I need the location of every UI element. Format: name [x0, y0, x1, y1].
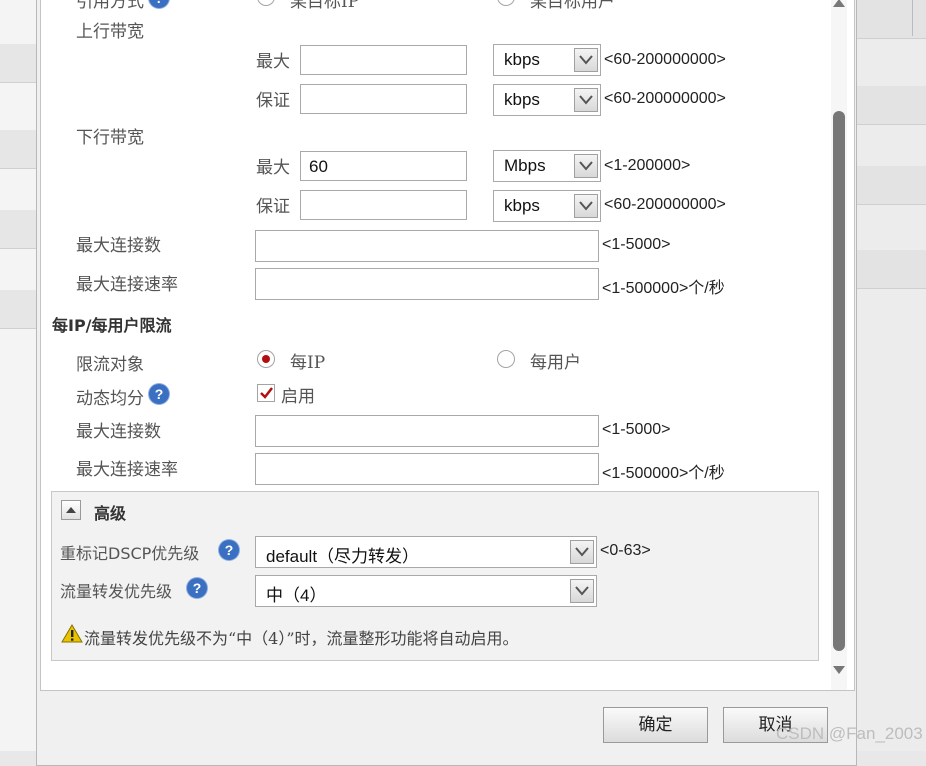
scroll-up-arrow-icon[interactable]: [832, 0, 846, 7]
download-max-unit-select[interactable]: Mbps: [493, 150, 601, 182]
chevron-down-icon[interactable]: [570, 540, 594, 564]
download-guarantee-label: 保证: [256, 197, 290, 217]
warning-text: 流量转发优先级不为“中（4）”时，流量整形功能将自动启用。: [84, 629, 519, 648]
help-icon[interactable]: ?: [149, 384, 169, 404]
download-guarantee-unit-select[interactable]: kbps: [493, 190, 601, 222]
chevron-down-icon[interactable]: [574, 88, 598, 112]
radio-target-ip-label: 某目标IP: [290, 0, 360, 12]
dynamic-share-checkbox-label: 启用: [281, 387, 315, 407]
dynamic-share-label: 动态均分: [76, 389, 144, 409]
per-ip-max-connection-rate-range: <1-500000>个/秒: [602, 465, 725, 482]
background-row: [0, 130, 36, 169]
upload-max-input[interactable]: [300, 45, 467, 75]
background-page-left: [0, 0, 36, 751]
upload-guarantee-label: 保证: [256, 91, 290, 111]
background-row: [0, 290, 36, 329]
max-connections-input[interactable]: [255, 230, 599, 262]
upload-guarantee-range: <60-200000000>: [604, 90, 726, 107]
background-row: [0, 44, 36, 83]
radio-target-user-label: 某目标用户: [530, 0, 615, 12]
background-divider: [912, 0, 913, 36]
per-ip-max-connection-rate-input[interactable]: [255, 453, 599, 485]
upload-guarantee-unit-value: kbps: [504, 90, 540, 109]
help-icon[interactable]: ?: [219, 540, 239, 560]
dscp-range: <0-63>: [600, 542, 651, 559]
dscp-select-value: default（尽力转发）: [266, 547, 420, 566]
background-row: [855, 86, 926, 125]
download-guarantee-input[interactable]: [300, 190, 467, 220]
warning-icon: [61, 624, 83, 644]
max-connections-range: <1-5000>: [602, 236, 671, 253]
reference-mode-label: 引用方式: [76, 0, 144, 12]
background-row: [855, 0, 926, 39]
max-connection-rate-label: 最大连接速率: [76, 275, 178, 295]
upload-max-unit-select[interactable]: kbps: [493, 44, 601, 76]
watermark: CSDN @Fan_2003: [776, 724, 923, 743]
upload-guarantee-input[interactable]: [300, 84, 467, 114]
chevron-down-icon[interactable]: [570, 579, 594, 603]
download-max-unit-value: Mbps: [504, 156, 546, 175]
chevron-down-icon[interactable]: [574, 48, 598, 72]
radio-per-user-label: 每用户: [530, 353, 581, 373]
radio-per-ip[interactable]: [257, 350, 275, 368]
background-row: [855, 166, 926, 205]
checkmark-icon: [260, 387, 273, 399]
per-ip-max-connections-input[interactable]: [255, 415, 599, 447]
scrollbar-thumb[interactable]: [833, 111, 845, 651]
dscp-select[interactable]: default（尽力转发）: [255, 536, 597, 568]
forward-priority-select[interactable]: 中（4）: [255, 575, 597, 607]
help-icon[interactable]: ?: [187, 578, 207, 598]
per-ip-max-connections-label: 最大连接数: [76, 422, 161, 442]
upload-guarantee-unit-select[interactable]: kbps: [493, 84, 601, 116]
max-connection-rate-input[interactable]: [255, 268, 599, 300]
per-ip-max-connections-range: <1-5000>: [602, 421, 671, 438]
download-max-range: <1-200000>: [604, 157, 691, 174]
upload-max-label: 最大: [256, 52, 290, 72]
background-row: [855, 250, 926, 289]
radio-per-ip-label: 每IP: [290, 353, 326, 373]
limit-target-label: 限流对象: [76, 355, 144, 375]
triangle-up-icon: [66, 507, 76, 513]
collapse-advanced-button[interactable]: [61, 500, 81, 520]
forward-priority-select-value: 中（4）: [266, 586, 327, 605]
download-max-input[interactable]: 60: [300, 151, 467, 181]
dscp-label: 重标记DSCP优先级: [60, 544, 200, 563]
chevron-down-icon[interactable]: [574, 194, 598, 218]
upload-max-unit-value: kbps: [504, 50, 540, 69]
per-ip-max-connection-rate-label: 最大连接速率: [76, 460, 178, 480]
advanced-title: 高级: [94, 504, 127, 523]
max-connection-rate-range: <1-500000>个/秒: [602, 280, 725, 297]
download-guarantee-unit-value: kbps: [504, 196, 540, 215]
radio-per-user[interactable]: [497, 350, 515, 368]
download-max-label: 最大: [256, 158, 290, 178]
forward-priority-label: 流量转发优先级: [60, 582, 173, 601]
download-guarantee-range: <60-200000000>: [604, 196, 726, 213]
dynamic-share-checkbox[interactable]: [257, 384, 275, 402]
download-bandwidth-title: 下行带宽: [76, 128, 144, 148]
ok-button[interactable]: 确定: [603, 707, 708, 743]
chevron-down-icon[interactable]: [574, 154, 598, 178]
max-connections-label: 最大连接数: [76, 236, 161, 256]
upload-bandwidth-title: 上行带宽: [76, 22, 144, 42]
background-row: [0, 210, 36, 249]
per-ip-section-title: 每IP/每用户限流: [52, 316, 172, 335]
upload-max-range: <60-200000000>: [604, 51, 726, 68]
scroll-down-arrow-icon[interactable]: [832, 661, 846, 674]
